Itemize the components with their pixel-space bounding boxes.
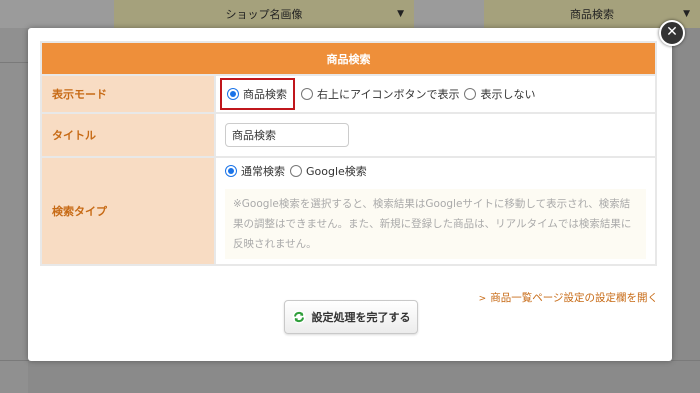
radio-label: 商品検索 [243,88,287,101]
display-mode-radio-icon-button[interactable]: 右上にアイコンボタンで表示 [301,86,459,102]
background-left-column [0,28,28,393]
background-column-shop-image: ショップ名画像 ▼ [114,0,414,28]
complete-settings-button[interactable]: 設定処理を完了する [284,300,418,334]
open-link-label: 商品一覧ページ設定の設定欄を開く [490,292,658,304]
radio-unselected-icon[interactable] [464,88,477,100]
title-label: タイトル [40,112,216,158]
background-divider [0,62,28,63]
modal-header: 商品検索 [40,41,657,76]
display-mode-options: 商品検索 右上にアイコンボタンで表示 表示しない [214,74,657,114]
radio-label: 右上にアイコンボタンで表示 [317,88,460,101]
radio-label: 通常検索 [241,165,285,178]
title-row: タイトル [40,112,657,158]
background-column-label: 商品検索 [570,8,614,21]
background-column-label: ショップ名画像 [225,8,303,21]
search-type-radio-normal[interactable]: 通常検索 [225,163,285,179]
caret-down-icon: ▼ [397,9,404,19]
caret-down-icon: ▼ [683,9,690,19]
radio-label: 表示しない [480,88,536,101]
radio-unselected-icon[interactable] [301,88,313,100]
display-mode-radio-product-search[interactable]: 商品検索 [220,78,295,110]
search-type-note: ※Google検索を選択すると、検索結果はGoogleサイトに移動して表示され、… [225,189,646,259]
search-type-radio-google[interactable]: Google検索 [290,163,367,179]
display-mode-label: 表示モード [40,74,216,114]
chevron-right-icon: > [478,294,487,304]
product-search-settings-modal: 商品検索 表示モード 商品検索 右上にアイコンボタンで表示 表示しない タイトル… [28,28,672,361]
radio-selected-icon[interactable] [225,165,237,177]
settings-table: 商品検索 表示モード 商品検索 右上にアイコンボタンで表示 表示しない タイトル… [40,41,657,266]
close-icon[interactable]: ✕ [659,20,685,46]
radio-label: Google検索 [306,165,367,178]
sync-icon [292,310,305,324]
radio-unselected-icon[interactable] [290,165,302,177]
display-mode-radio-hide[interactable]: 表示しない [464,86,535,102]
search-type-row: 検索タイプ 通常検索 Google検索 ※Google検索を選択すると、検索結果… [40,156,657,266]
search-type-label: 検索タイプ [40,156,216,266]
radio-selected-icon[interactable] [227,88,239,100]
open-product-list-settings-link[interactable]: > 商品一覧ページ設定の設定欄を開く [479,290,658,305]
complete-button-label: 設定処理を完了する [311,311,411,324]
title-input[interactable] [225,123,349,147]
display-mode-row: 表示モード 商品検索 右上にアイコンボタンで表示 表示しない [40,74,657,114]
